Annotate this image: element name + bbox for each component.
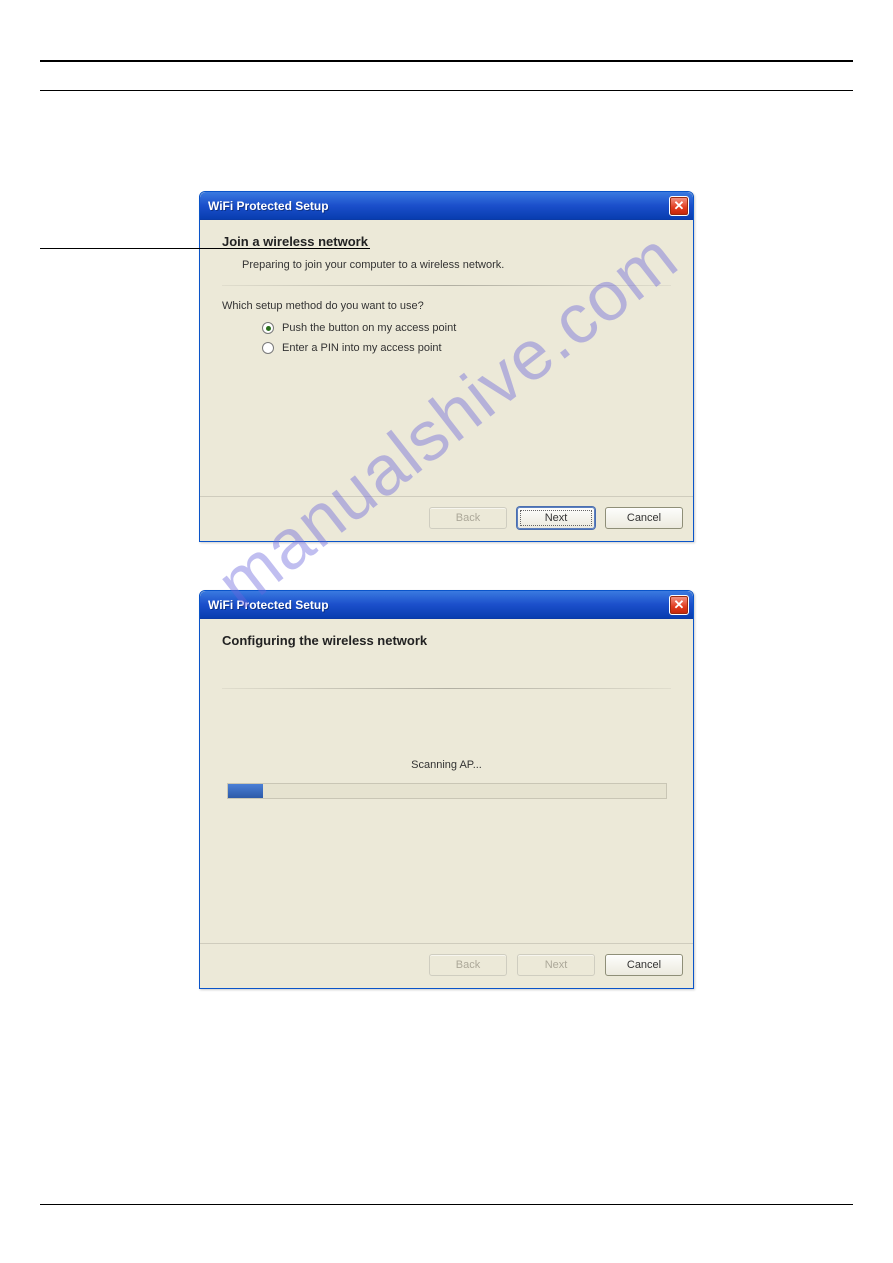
scan-status: Scanning AP... [222,759,671,771]
cancel-button[interactable]: Cancel [605,954,683,976]
wps-dialog-join: WiFi Protected Setup ✕ Join a wireless n… [199,191,694,542]
dialog-heading: Configuring the wireless network [222,633,671,648]
back-button: Back [429,507,507,529]
divider [222,688,671,689]
wps-dialog-configuring: WiFi Protected Setup ✕ Configuring the w… [199,590,694,989]
dialog-title: WiFi Protected Setup [208,199,669,213]
dialog-title: WiFi Protected Setup [208,598,669,612]
titlebar: WiFi Protected Setup ✕ [200,591,693,619]
radio-pin[interactable]: Enter a PIN into my access point [262,342,671,354]
close-icon[interactable]: ✕ [669,595,689,615]
bottom-rule [40,1204,853,1205]
close-icon[interactable]: ✕ [669,196,689,216]
button-bar: Back Next Cancel [200,496,693,541]
progress-bar [227,783,667,799]
top-rule-1 [40,60,853,62]
radio-push-button[interactable]: Push the button on my access point [262,322,671,334]
setup-method-question: Which setup method do you want to use? [222,300,671,312]
radio-icon [262,322,274,334]
back-button: Back [429,954,507,976]
radio-push-label: Push the button on my access point [282,322,456,334]
dialog-subheading: Preparing to join your computer to a wir… [242,259,671,271]
divider [222,285,671,286]
next-button[interactable]: Next [517,507,595,529]
radio-icon [262,342,274,354]
radio-pin-label: Enter a PIN into my access point [282,342,442,354]
dialog-heading: Join a wireless network [222,234,671,249]
button-bar: Back Next Cancel [200,943,693,988]
dialog-body: Configuring the wireless network Scannin… [200,619,693,943]
section-underline [40,248,370,249]
cancel-button[interactable]: Cancel [605,507,683,529]
titlebar: WiFi Protected Setup ✕ [200,192,693,220]
next-button: Next [517,954,595,976]
dialog-body: Join a wireless network Preparing to joi… [200,220,693,496]
progress-fill [228,784,263,798]
